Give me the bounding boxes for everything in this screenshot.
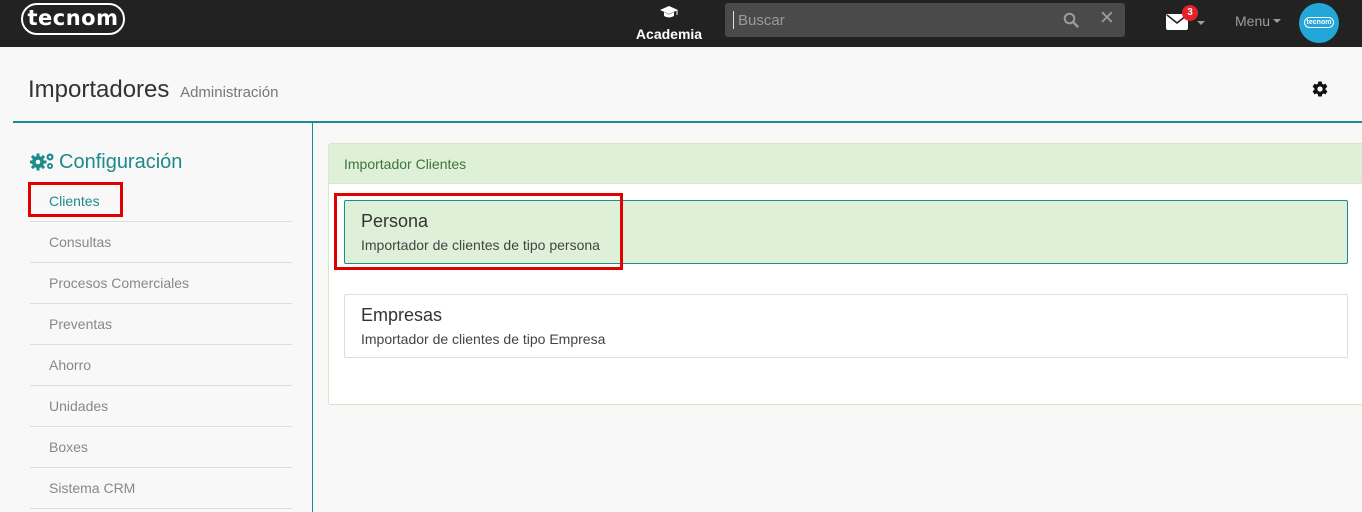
notification-badge: 3 [1182,5,1198,21]
tecnom-logo[interactable]: tecnom [21,3,125,35]
page-header: Importadores Administración [13,47,1362,123]
sidebar-item-preventas[interactable]: Preventas [30,304,292,345]
importer-panel: Importador Clientes Persona Importador d… [328,143,1362,405]
importer-card-empresas[interactable]: Empresas Importador de clientes de tipo … [344,294,1348,358]
search-icon[interactable] [1063,12,1079,28]
academia-link[interactable]: Academia [630,4,708,44]
highlight-box [334,193,623,270]
sidebar-menu: Clientes Consultas Procesos Comerciales … [30,181,292,509]
chevron-down-icon [1273,19,1282,23]
card-title: Empresas [361,305,443,325]
academia-label: Academia [635,26,703,42]
top-navbar: tecnom Academia ✕ 3 Menu tecnom [0,0,1362,47]
card-description: Importador de clientes de tipo Empresa [361,331,606,347]
search-box: ✕ [725,3,1125,37]
sidebar-item-procesos-comerciales[interactable]: Procesos Comerciales [30,263,292,304]
messages-dropdown[interactable]: 3 [1166,5,1206,34]
sidebar-title: Configuración [29,151,183,174]
chevron-down-icon [1197,21,1205,25]
gear-icon[interactable] [1311,80,1329,98]
menu-dropdown[interactable]: Menu [1235,13,1282,29]
close-icon[interactable]: ✕ [1099,9,1115,28]
avatar[interactable]: tecnom [1299,3,1339,43]
sidebar-item-consultas[interactable]: Consultas [30,222,292,263]
highlight-box [28,182,123,217]
sidebar-item-boxes[interactable]: Boxes [30,427,292,468]
page-title: Importadores Administración [28,76,278,104]
search-input[interactable] [733,11,1043,29]
gears-icon [29,153,54,171]
menu-label: Menu [1235,13,1271,29]
sidebar-item-ahorro[interactable]: Ahorro [30,345,292,386]
page-title-text: Importadores [28,76,170,103]
avatar-text: tecnom [1304,17,1334,28]
page-subtitle: Administración [180,84,279,101]
sidebar-item-unidades[interactable]: Unidades [30,386,292,427]
panel-heading: Importador Clientes [329,144,1362,184]
graduation-cap-icon [660,6,678,18]
sidebar-item-sistema-crm[interactable]: Sistema CRM [30,468,292,509]
sidebar-title-text: Configuración [59,151,183,173]
